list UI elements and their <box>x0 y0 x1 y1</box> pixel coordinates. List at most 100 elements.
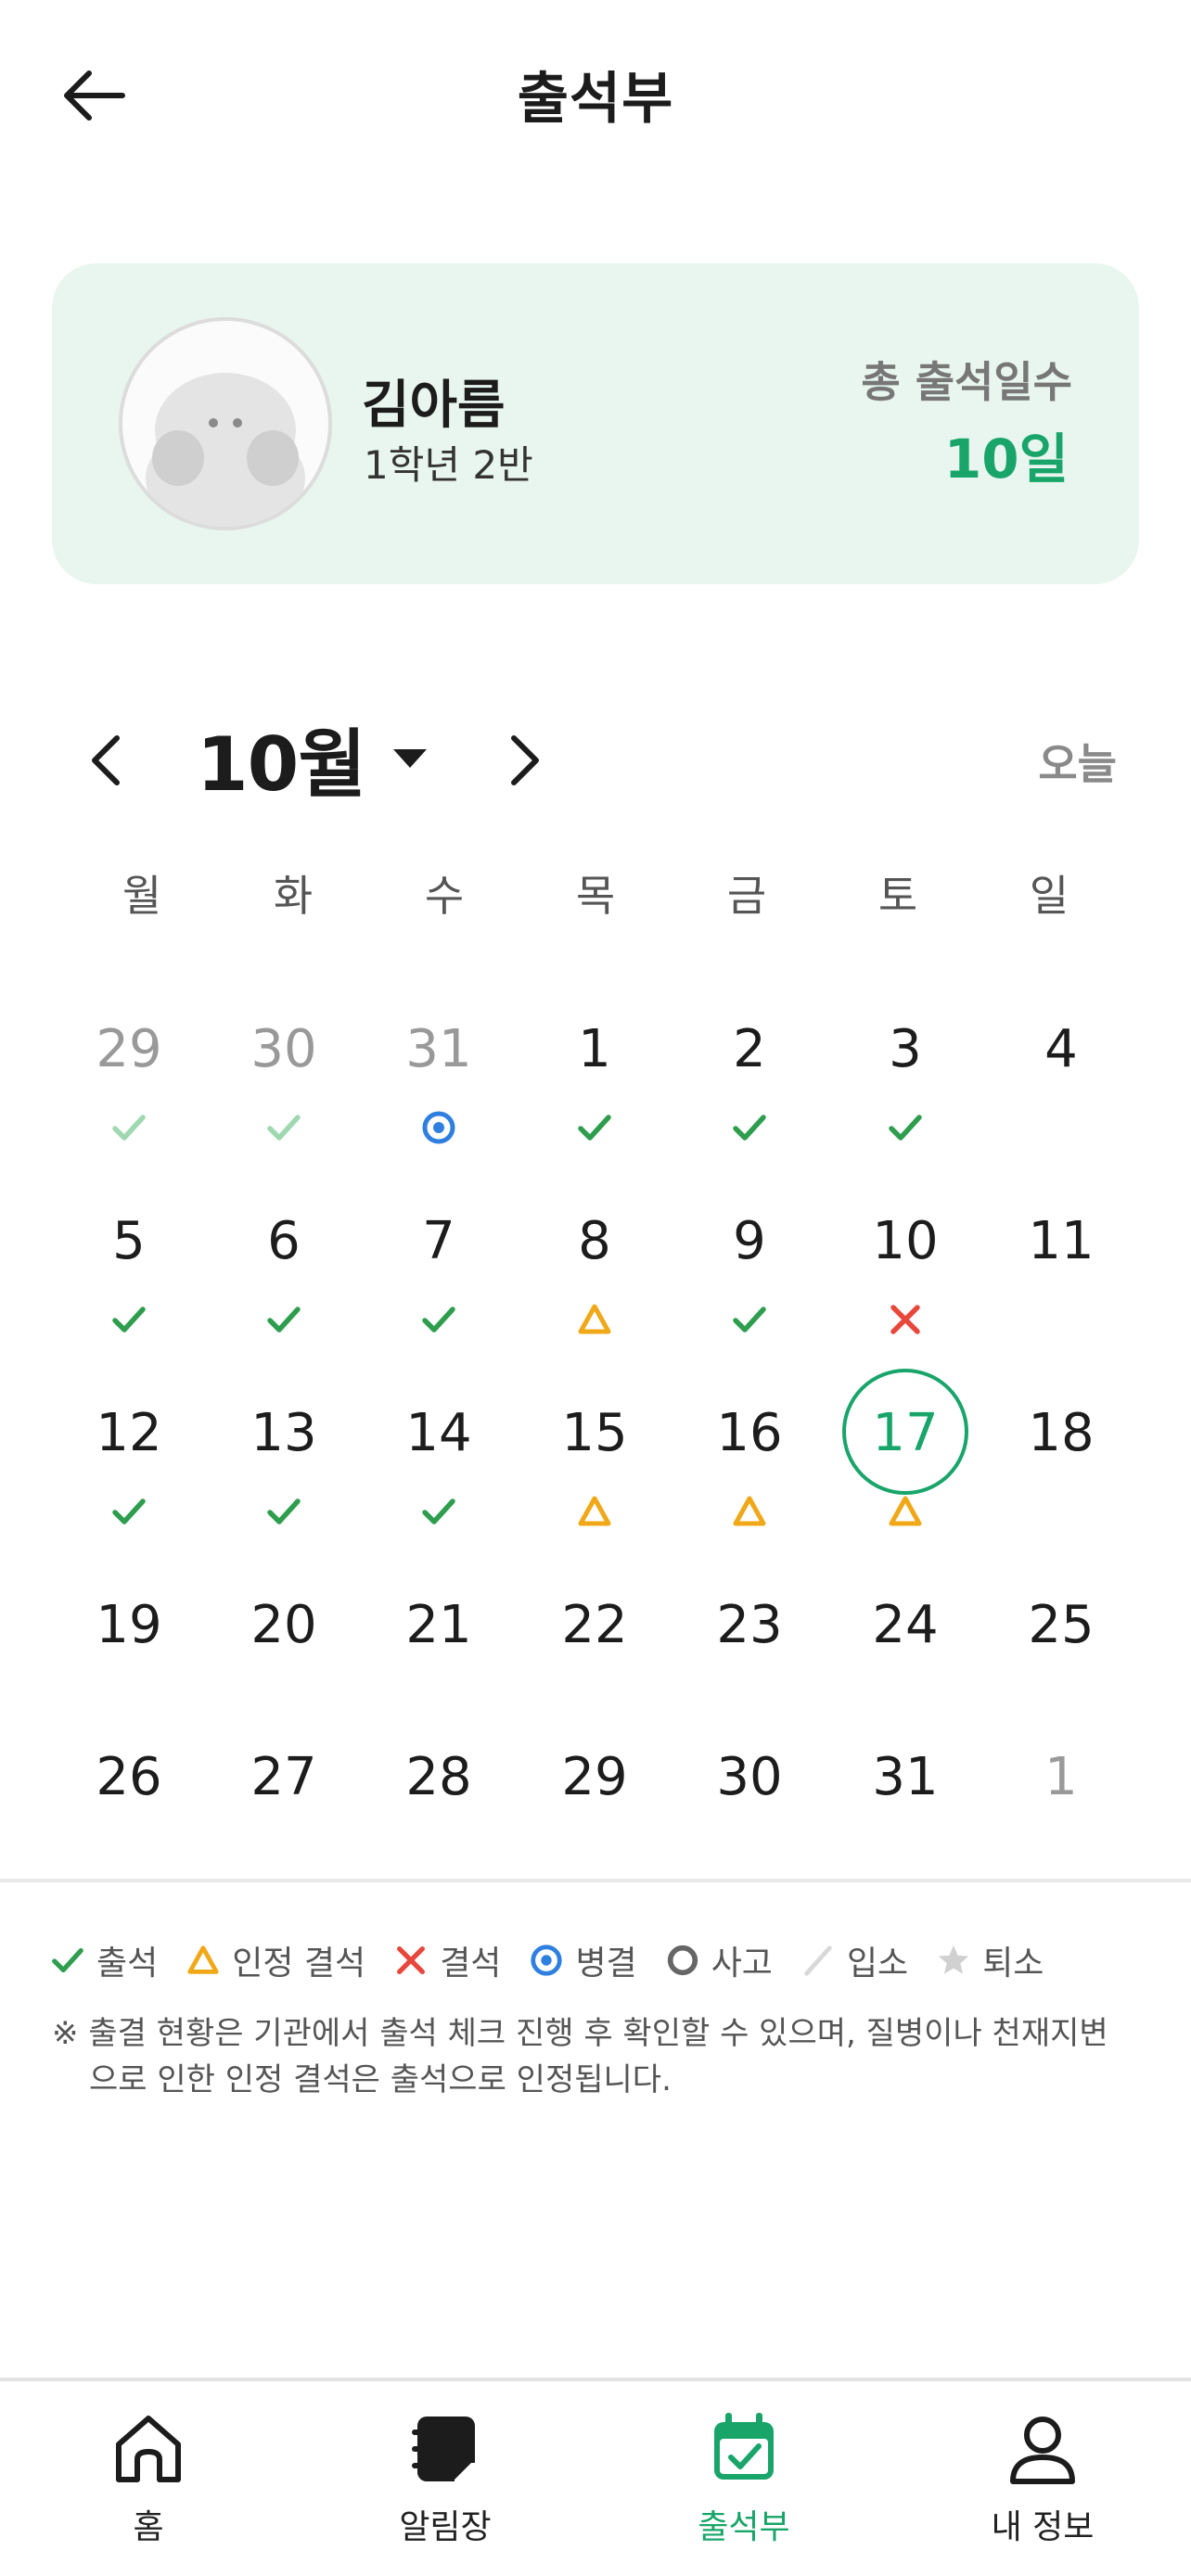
legend-item: 인정 결석 <box>184 1936 365 1984</box>
calendar-day-cell[interactable]: 1 <box>525 1013 664 1189</box>
profile-card: 김아름 1학년 2반 총 출석일수 10일 <box>52 263 1139 584</box>
calendar-day-number: 15 <box>561 1403 628 1463</box>
weekday-label: 수 <box>424 871 465 921</box>
check-icon <box>59 1107 198 1148</box>
tab-profile-label: 내 정보 <box>991 2508 1095 2546</box>
calendar-day-number: 7 <box>422 1211 455 1271</box>
check-icon <box>525 1107 664 1148</box>
calendar-day-cell[interactable]: 15 <box>525 1396 664 1573</box>
calendar-day-cell[interactable]: 4 <box>992 1013 1131 1189</box>
check-icon <box>214 1299 353 1340</box>
calendar-day-cell[interactable]: 23 <box>680 1588 819 1765</box>
calendar-day-cell[interactable]: 18 <box>992 1396 1131 1573</box>
legend-label: 병결 <box>575 1945 637 1983</box>
tab-attendance[interactable]: 출석부 <box>642 2409 846 2557</box>
calendar-day-cell[interactable]: 24 <box>836 1588 975 1765</box>
legend-item: 병결 <box>527 1936 637 1984</box>
tab-attendance-label: 출석부 <box>698 2508 790 2546</box>
check-icon <box>214 1491 353 1532</box>
calendar-day-number: 31 <box>405 1019 472 1079</box>
calendar-day-cell[interactable]: 19 <box>59 1588 198 1765</box>
calendar-day-cell[interactable]: 22 <box>525 1588 664 1765</box>
today-button[interactable]: 오늘 <box>1038 731 1117 792</box>
chevron-right-icon <box>511 735 539 785</box>
check-icon <box>59 1491 198 1532</box>
legend-label: 출석 <box>96 1945 159 1983</box>
calendar-day-number: 10 <box>872 1211 939 1271</box>
calendar-day-number: 22 <box>561 1595 628 1655</box>
bullseye-icon <box>369 1107 508 1148</box>
calendar-day-cell[interactable]: 31 <box>369 1013 508 1189</box>
caret-down-icon <box>392 749 427 768</box>
weekday-label: 일 <box>1029 871 1069 921</box>
tab-notice-label: 알림장 <box>399 2508 492 2546</box>
calendar-day-cell[interactable]: 30 <box>680 1741 819 1917</box>
calendar-day-cell[interactable]: 12 <box>59 1396 198 1573</box>
weekday-label: 화 <box>273 871 314 921</box>
calendar-day-number: 13 <box>250 1403 317 1463</box>
calendar-day-cell[interactable]: 5 <box>59 1205 198 1381</box>
calendar-day-number: 30 <box>250 1019 317 1079</box>
calendar-day-number: 9 <box>733 1211 766 1271</box>
calendar-day-cell[interactable]: 16 <box>680 1396 819 1573</box>
triangle-icon <box>836 1491 975 1532</box>
legend-item: 입소 <box>799 1936 908 1984</box>
calendar-day-number: 19 <box>96 1595 162 1655</box>
calendar-day-number: 24 <box>872 1595 939 1655</box>
month-selector[interactable]: 10월 <box>197 712 427 808</box>
calendar-day-number: 5 <box>112 1211 146 1271</box>
calendar-day-number: 18 <box>1028 1403 1095 1463</box>
calendar-day-cell[interactable]: 14 <box>369 1396 508 1573</box>
legend-item: 퇴소 <box>934 1936 1044 1984</box>
calendar-day-cell[interactable]: 29 <box>525 1741 664 1917</box>
calendar-day-cell[interactable]: 28 <box>369 1741 508 1917</box>
calendar-day-cell[interactable]: 8 <box>525 1205 664 1381</box>
triangle-icon <box>184 1941 223 1980</box>
calendar-day-cell[interactable]: 26 <box>59 1741 198 1917</box>
calendar-day-cell[interactable]: 9 <box>680 1205 819 1381</box>
attendance-notice: ※ 출결 현황은 기관에서 출석 체크 진행 후 확인할 수 있으며, 질병이나… <box>52 2015 1108 2098</box>
calendar-day-number: 31 <box>872 1747 939 1807</box>
tab-home[interactable]: 홈 <box>46 2409 250 2557</box>
user-icon <box>1004 2409 1082 2487</box>
calendar-day-number: 29 <box>96 1019 162 1079</box>
avatar <box>119 317 332 530</box>
total-attendance-label: 총 출석일수 <box>861 357 1072 407</box>
legend-item: 사고 <box>663 1936 773 1984</box>
calendar-day-number: 14 <box>405 1403 472 1463</box>
calendar-day-cell[interactable]: 25 <box>992 1588 1131 1765</box>
calendar-day-number: 21 <box>405 1595 472 1655</box>
calendar-day-cell[interactable]: 17 <box>836 1369 975 1573</box>
calendar-day-cell[interactable]: 3 <box>836 1013 975 1189</box>
check-icon <box>836 1107 975 1148</box>
triangle-icon <box>525 1299 664 1340</box>
calendar-day-number: 28 <box>405 1747 472 1807</box>
calendar-day-number: 27 <box>250 1747 317 1807</box>
tab-profile[interactable]: 내 정보 <box>941 2409 1145 2557</box>
calendar-day-number: 6 <box>267 1211 301 1271</box>
next-month-button[interactable] <box>488 723 562 797</box>
avatar-placeholder-icon <box>146 373 305 527</box>
student-name: 김아름 <box>362 376 506 436</box>
tab-notice[interactable]: 알림장 <box>343 2409 547 2557</box>
previous-month-button[interactable] <box>69 723 143 797</box>
calendar-day-cell[interactable]: 27 <box>214 1741 353 1917</box>
calendar-day-cell[interactable]: 20 <box>214 1588 353 1765</box>
triangle-icon <box>525 1491 664 1532</box>
calendar-day-cell[interactable]: 13 <box>214 1396 353 1573</box>
weekday-label: 월 <box>122 871 162 921</box>
calendar-day-cell[interactable]: 1 <box>992 1741 1131 1917</box>
calendar-day-cell[interactable]: 7 <box>369 1205 508 1381</box>
calendar-day-cell[interactable]: 29 <box>59 1013 198 1189</box>
calendar-day-cell[interactable]: 2 <box>680 1013 819 1189</box>
calendar-day-cell[interactable]: 10 <box>836 1205 975 1381</box>
calendar-day-cell[interactable]: 6 <box>214 1205 353 1381</box>
calendar-day-cell[interactable]: 31 <box>836 1741 975 1917</box>
page-title: 출석부 <box>517 67 674 132</box>
calendar-day-cell[interactable]: 30 <box>214 1013 353 1189</box>
calendar-day-cell[interactable]: 11 <box>992 1205 1131 1381</box>
calendar-day-cell[interactable]: 21 <box>369 1588 508 1765</box>
calendar-day-number: 30 <box>716 1747 783 1807</box>
bottom-tab-bar: 홈 알림장 출석부 내 정보 <box>0 2378 1191 2576</box>
calendar-day-number: 11 <box>1028 1211 1095 1271</box>
